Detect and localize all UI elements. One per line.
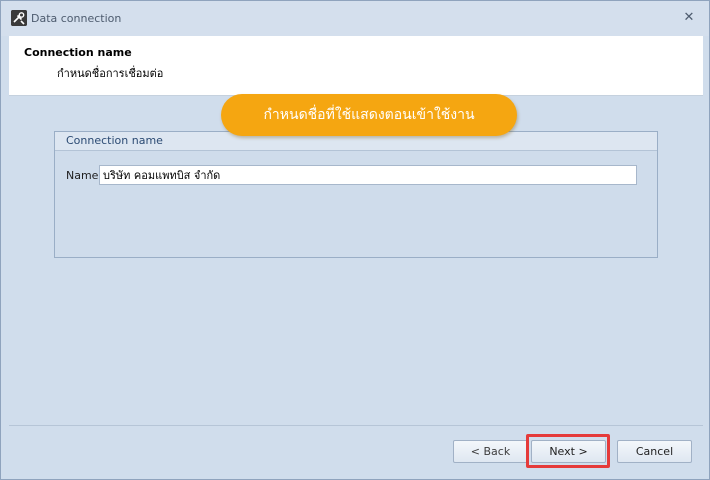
- back-button[interactable]: < Back: [453, 440, 528, 463]
- tools-icon: [11, 10, 27, 26]
- title-bar: Data connection ✕: [1, 1, 709, 36]
- callout-bubble: กำหนดชื่อที่ใช้แสดงตอนเข้าใช้งาน: [221, 94, 517, 136]
- callout-text: กำหนดชื่อที่ใช้แสดงตอนเข้าใช้งาน: [263, 107, 475, 123]
- header-title: Connection name: [24, 46, 132, 59]
- wizard-content: Connection name Name กำหนดชื่อที่ใช้แสดง…: [9, 94, 703, 425]
- name-input[interactable]: [99, 165, 637, 185]
- footer-divider: [9, 425, 703, 426]
- cancel-button[interactable]: Cancel: [617, 440, 692, 463]
- connection-name-group: Connection name Name: [54, 131, 658, 258]
- window-title: Data connection: [31, 12, 122, 25]
- name-label: Name: [66, 169, 99, 182]
- close-icon[interactable]: ✕: [681, 10, 697, 26]
- header-subtitle: กำหนดชื่อการเชื่อมต่อ: [57, 67, 164, 80]
- data-connection-window: Data connection ✕ Connection name กำหนดช…: [0, 0, 710, 480]
- wizard-header: Connection name กำหนดชื่อการเชื่อมต่อ: [9, 36, 703, 96]
- next-button[interactable]: Next >: [531, 440, 606, 463]
